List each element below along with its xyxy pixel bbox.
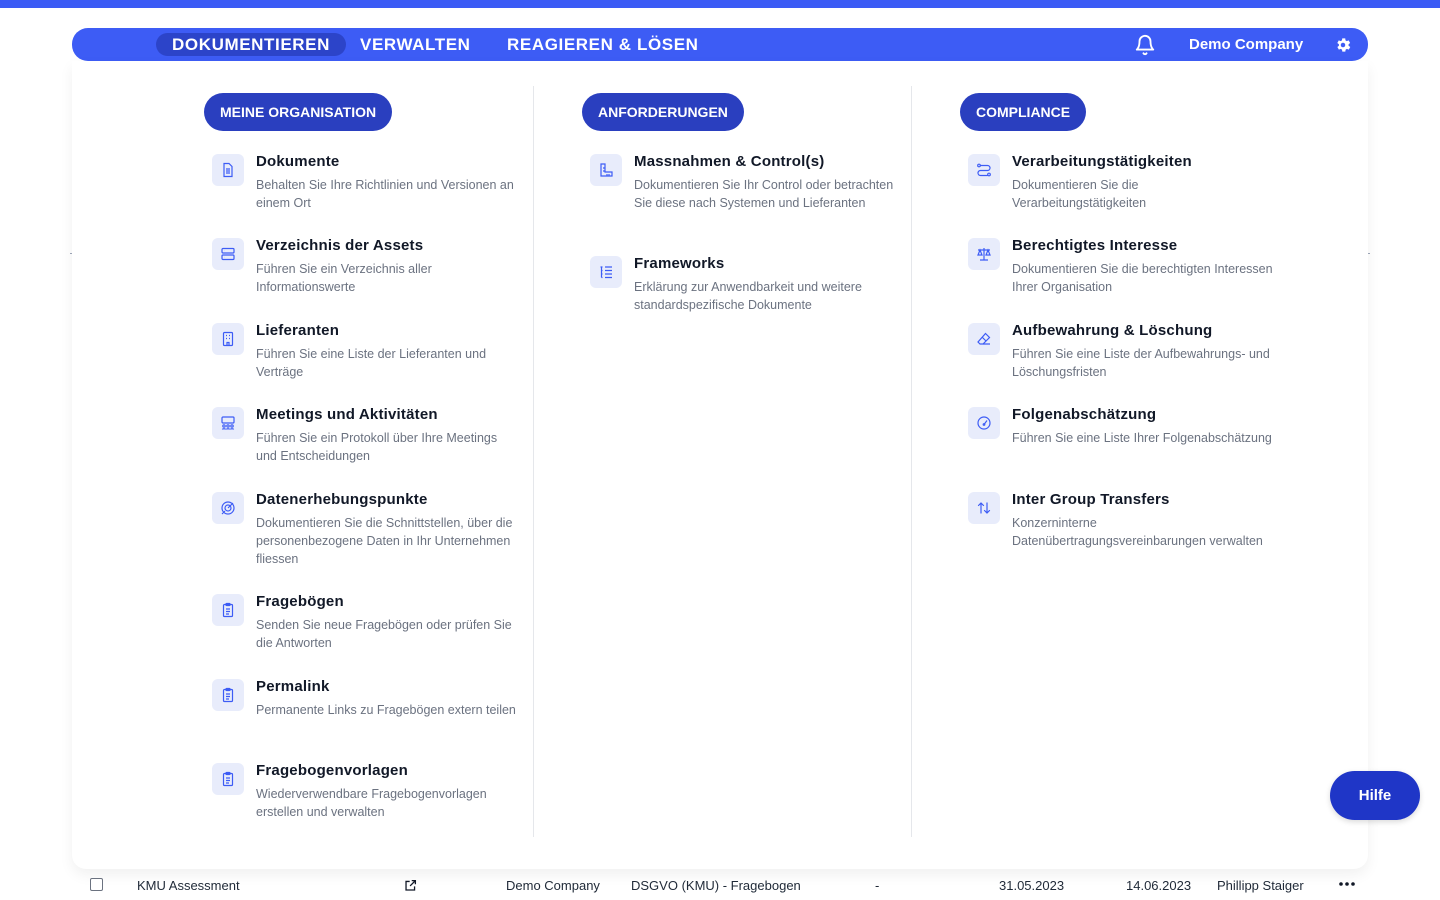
list-icon <box>590 256 622 288</box>
help-button[interactable]: Hilfe <box>1330 771 1420 820</box>
row-checkbox[interactable] <box>90 878 103 891</box>
item-title: Meetings und Aktivitäten <box>256 406 438 423</box>
clipboard-icon <box>212 679 244 711</box>
column-divider <box>911 86 912 837</box>
gauge-icon <box>968 407 1000 439</box>
document-icon <box>212 154 244 186</box>
item-title: Verzeichnis der Assets <box>256 237 424 254</box>
item-description: Senden Sie neue Fragebögen oder prüfen S… <box>256 618 512 650</box>
tab-verwalten[interactable]: VERWALTEN <box>344 33 487 56</box>
column-meine-organisation: MEINE ORGANISATION Dokumente Behalten Si… <box>204 93 516 819</box>
heading-anforderungen[interactable]: ANFORDERUNGEN <box>582 93 744 131</box>
item-title: Datenerhebungspunkte <box>256 491 428 508</box>
row-placeholder: - <box>875 878 880 893</box>
bell-icon[interactable] <box>1134 34 1156 56</box>
company-switcher[interactable]: Demo Company <box>1189 28 1303 61</box>
item-description: Führen Sie eine Liste der Aufbewahrungs-… <box>1012 347 1270 379</box>
item-description: Konzerninterne Datenübertragungsvereinba… <box>1012 516 1263 548</box>
edge-mark <box>70 253 72 254</box>
item-title: Berechtigtes Interesse <box>1012 237 1178 254</box>
item-description: Dokumentieren Sie Ihr Control oder betra… <box>634 178 894 210</box>
item-description: Führen Sie ein Verzeichnis aller Informa… <box>256 262 432 294</box>
item-description: Erklärung zur Anwendbarkeit und weitere … <box>634 280 862 312</box>
heading-meine-organisation[interactable]: MEINE ORGANISATION <box>204 93 393 131</box>
item-title: Inter Group Transfers <box>1012 491 1170 508</box>
item-title: Folgenabschätzung <box>1012 406 1157 423</box>
row-company: Demo Company <box>506 878 600 893</box>
tab-dokumentieren[interactable]: DOKUMENTIEREN <box>156 33 346 56</box>
tab-reagieren-loesen[interactable]: REAGIEREN & LÖSEN <box>491 33 715 56</box>
item-description: Permanente Links zu Fragebögen extern te… <box>256 703 516 717</box>
clipboard-icon <box>212 763 244 795</box>
eraser-icon <box>968 323 1000 355</box>
column-compliance: COMPLIANCE Verarbeitungstätigkeiten Doku… <box>960 93 1273 548</box>
column-anforderungen: ANFORDERUNGEN Massnahmen & Control(s) Do… <box>582 93 893 312</box>
item-title: Permalink <box>256 678 330 695</box>
item-description: Führen Sie eine Liste Ihrer Folgenabschä… <box>1012 431 1272 445</box>
server-icon <box>212 238 244 270</box>
item-title: Lieferanten <box>256 322 340 339</box>
meeting-icon <box>212 407 244 439</box>
item-description: Dokumentieren Sie die berechtigten Inter… <box>1012 262 1273 294</box>
table-row: KMU Assessment Demo Company DSGVO (KMU) … <box>0 870 1440 900</box>
item-description: Dokumentieren Sie die Schnittstellen, üb… <box>256 516 513 566</box>
route-icon <box>968 154 1000 186</box>
item-title: Verarbeitungstätigkeiten <box>1012 153 1192 170</box>
row-name[interactable]: KMU Assessment <box>137 878 240 893</box>
item-title: Fragebogenvorlagen <box>256 762 408 779</box>
item-description: Wiederverwendbare Fragebogenvorlagen ers… <box>256 787 487 819</box>
row-template: DSGVO (KMU) - Fragebogen <box>631 878 801 893</box>
item-description: Führen Sie ein Protokoll über Ihre Meeti… <box>256 431 498 463</box>
item-title: Frameworks <box>634 255 725 272</box>
ruler-icon <box>590 154 622 186</box>
item-description: Führen Sie eine Liste der Lieferanten un… <box>256 347 487 379</box>
main-navbar: DOKUMENTIEREN VERWALTEN REAGIEREN & LÖSE… <box>72 28 1368 61</box>
scale-icon <box>968 238 1000 270</box>
heading-compliance[interactable]: COMPLIANCE <box>960 93 1087 131</box>
row-date-due: 14.06.2023 <box>1126 878 1192 893</box>
target-icon <box>212 492 244 524</box>
arrows-updown-icon <box>968 492 1000 524</box>
row-date-created: 31.05.2023 <box>999 878 1065 893</box>
clipboard-icon <box>212 594 244 626</box>
item-description: Behalten Sie Ihre Richtlinien und Versio… <box>256 178 514 210</box>
item-title: Dokumente <box>256 153 340 170</box>
column-divider <box>533 86 534 837</box>
row-person: Phillipp Staiger <box>1217 878 1304 893</box>
external-link-icon[interactable] <box>404 879 417 892</box>
edge-mark <box>1368 253 1370 254</box>
item-title: Aufbewahrung & Löschung <box>1012 322 1213 339</box>
item-description: Dokumentieren Sie die Verarbeitungstätig… <box>1012 178 1147 210</box>
top-accent-bar <box>0 0 1440 8</box>
gear-icon[interactable] <box>1334 36 1352 54</box>
more-options-icon[interactable] <box>1338 877 1356 891</box>
item-title: Massnahmen & Control(s) <box>634 153 825 170</box>
item-title: Fragebögen <box>256 593 344 610</box>
building-icon <box>212 323 244 355</box>
